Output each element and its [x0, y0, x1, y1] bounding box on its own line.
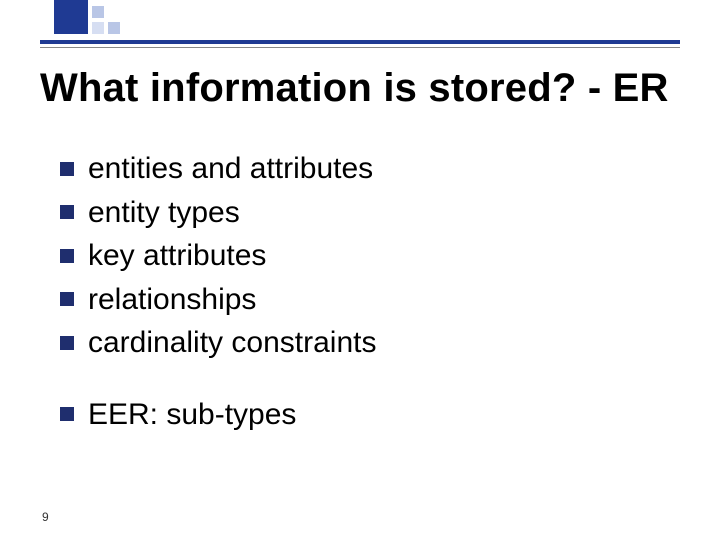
decor-square-large — [54, 0, 88, 34]
bullet-list: entities and attributes entity types key… — [60, 150, 376, 439]
square-bullet-icon — [60, 205, 74, 219]
slide-title: What information is stored? - ER — [40, 66, 669, 111]
list-item-label: entities and attributes — [88, 150, 373, 188]
list-item: entity types — [60, 194, 376, 232]
decor-square-small — [108, 22, 120, 34]
square-bullet-icon — [60, 162, 74, 176]
list-item-label: key attributes — [88, 237, 266, 275]
decor-square-small — [92, 6, 104, 18]
list-item-label: EER: sub-types — [88, 396, 296, 434]
list-item-label: relationships — [88, 281, 256, 319]
list-item: entities and attributes — [60, 150, 376, 188]
decor-rule-thick — [40, 40, 680, 44]
square-bullet-icon — [60, 292, 74, 306]
list-item: relationships — [60, 281, 376, 319]
decor-square-small — [92, 22, 104, 34]
slide-header-decoration — [0, 0, 720, 52]
square-bullet-icon — [60, 249, 74, 263]
list-item: key attributes — [60, 237, 376, 275]
list-item-label: entity types — [88, 194, 240, 232]
decor-rule-thin — [40, 47, 680, 48]
page-number: 9 — [42, 510, 49, 524]
list-item-label: cardinality constraints — [88, 324, 376, 362]
list-item: cardinality constraints — [60, 324, 376, 362]
square-bullet-icon — [60, 407, 74, 421]
square-bullet-icon — [60, 336, 74, 350]
list-item: EER: sub-types — [60, 396, 376, 434]
